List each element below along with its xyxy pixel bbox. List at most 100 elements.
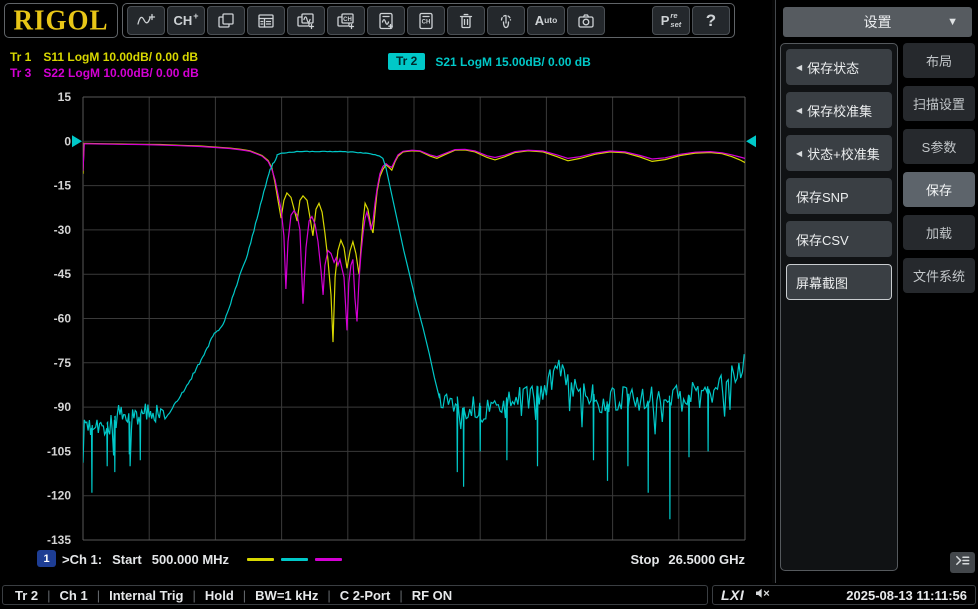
- tab-扫描设置[interactable]: 扫描设置: [903, 86, 975, 121]
- tab-布局[interactable]: 布局: [903, 43, 975, 78]
- channel-window-add-icon: CH: [336, 11, 356, 31]
- channel-add-button[interactable]: CH +: [167, 6, 205, 35]
- tr3-params: S22 LogM 10.00dB/ 0.00 dB: [43, 66, 199, 80]
- stop-label: Stop: [630, 552, 660, 567]
- preset-button[interactable]: Pre set: [652, 6, 690, 35]
- submenu-item[interactable]: ◀ 保存校准集: [786, 92, 892, 128]
- touch-icon: [496, 11, 516, 31]
- lxi-logo: LXI: [721, 587, 745, 603]
- separator: |: [47, 587, 51, 603]
- sweep-start-info: >Ch 1: Start 500.000 MHz: [62, 552, 343, 567]
- tab-label: 布局: [925, 54, 952, 69]
- window-layout-icon: [216, 11, 236, 31]
- tr1-params: S11 LogM 10.00dB/ 0.00 dB: [43, 50, 199, 64]
- help-button[interactable]: ?: [692, 6, 730, 35]
- y-axis-label: -45: [54, 267, 72, 281]
- rigol-logo-text: RIGOL: [13, 4, 109, 36]
- tab-S参数[interactable]: S参数: [903, 129, 975, 164]
- expand-left-icon: ◀: [796, 105, 803, 115]
- tab-文件系统[interactable]: 文件系统: [903, 258, 975, 293]
- tr2-active-badge[interactable]: Tr 2: [388, 53, 426, 70]
- submenu-item-label: 保存校准集: [807, 103, 873, 119]
- submenu-item-label: 屏幕截图: [796, 275, 849, 291]
- window-table-icon: [256, 11, 276, 31]
- collapse-menu-button[interactable]: [950, 552, 975, 573]
- svg-text:CH: CH: [343, 17, 352, 23]
- submenu-item[interactable]: 保存SNP: [786, 178, 892, 214]
- y-axis-label: -75: [54, 356, 72, 370]
- collapse-menu-icon: [953, 552, 972, 574]
- y-axis-label: -120: [47, 489, 71, 503]
- submenu-item-label: 状态+校准集: [807, 146, 880, 162]
- chevron-down-icon: ▼: [947, 16, 958, 28]
- separator: |: [96, 587, 101, 603]
- chart-canvas: 15 0 -15 -30 -45 -60 -75 -90 -105 -120 -135: [47, 90, 756, 547]
- touch-button[interactable]: [487, 6, 525, 35]
- y-axis-label: -15: [54, 179, 72, 193]
- trace-add-button[interactable]: [127, 6, 165, 35]
- channel-1-badge[interactable]: 1: [37, 550, 56, 567]
- separator: |: [192, 587, 196, 603]
- tr2-label[interactable]: Tr 2 S21 LogM 15.00dB/ 0.00 dB: [388, 53, 591, 70]
- window-table-button[interactable]: [247, 6, 285, 35]
- delete-button[interactable]: [447, 6, 485, 35]
- status-field: Hold: [204, 587, 234, 603]
- submenu-item[interactable]: ◀ 保存状态: [786, 49, 892, 85]
- status-field: BW=1 kHz: [255, 587, 319, 603]
- y-axis-label: -90: [54, 400, 72, 414]
- trace-legend-dash: [247, 558, 275, 561]
- tr3-label[interactable]: Tr 3 S22 LogM 10.00dB/ 0.00 dB: [10, 66, 199, 80]
- submenu-item-label: 保存CSV: [796, 232, 849, 248]
- y-axis-label: -60: [54, 312, 72, 326]
- ref-level-marker-right: [746, 135, 756, 148]
- channel-copy-button[interactable]: CH: [407, 6, 445, 35]
- separator: |: [327, 587, 331, 603]
- trace-window-add-icon: [296, 11, 316, 31]
- tab-label: 保存: [925, 183, 952, 198]
- tab-label: 加载: [925, 226, 952, 241]
- separator: |: [399, 587, 403, 603]
- tr3-id[interactable]: Tr 3: [10, 66, 31, 80]
- y-axis-label: -30: [54, 223, 72, 237]
- submenu-item-label: 保存SNP: [796, 189, 849, 205]
- tr1-id[interactable]: Tr 1: [10, 50, 31, 64]
- status-field: Ch 1: [59, 587, 88, 603]
- start-label: Start: [112, 552, 142, 567]
- submenu-item[interactable]: 屏幕截图: [786, 264, 892, 300]
- status-right: LXI 2025-08-13 11:11:56: [712, 585, 976, 605]
- channel-window-add-button[interactable]: CH: [327, 6, 365, 35]
- screenshot-button[interactable]: [567, 6, 605, 35]
- channel-add-label: CH: [173, 13, 193, 28]
- tab-保存[interactable]: 保存: [903, 172, 975, 207]
- save-submenu: ◀ 保存状态 ◀ 保存校准集 ◀ 状态+校准集保存SNP 保存CSV 屏幕截图: [780, 43, 898, 571]
- auto-label: A: [534, 13, 545, 28]
- tab-label: 扫描设置: [912, 97, 965, 112]
- stop-value: 26.5000 GHz: [668, 552, 745, 567]
- rigol-logo: RIGOL: [4, 3, 118, 38]
- datetime: 2025-08-13 11:11:56: [846, 587, 967, 603]
- y-axis-label: -135: [47, 533, 71, 547]
- status-field: Internal Trig: [109, 587, 184, 603]
- tr1-label[interactable]: Tr 1 S11 LogM 10.00dB/ 0.00 dB: [10, 50, 198, 64]
- window-layout-button[interactable]: [207, 6, 245, 35]
- chart-region: 15 0 -15 -30 -45 -60 -75 -90 -105 -120 -135 Tr 1 S…: [0, 42, 772, 583]
- trace-window-add-button[interactable]: [287, 6, 325, 35]
- status-bar: Tr 2 | Ch 1 | Internal Trig | Hold | BW=1 kHz | C …: [0, 583, 978, 609]
- channel-label: >Ch 1:: [62, 552, 103, 567]
- trace-copy-button[interactable]: [367, 6, 405, 35]
- separator: |: [242, 587, 247, 603]
- expand-left-icon: ◀: [796, 148, 803, 158]
- y-axis-label: -105: [47, 444, 71, 458]
- tab-加载[interactable]: 加载: [903, 215, 975, 250]
- auto-button[interactable]: Auto: [527, 6, 565, 35]
- tr2-params: S21 LogM 15.00dB/ 0.00 dB: [435, 54, 591, 69]
- submenu-item[interactable]: 保存CSV: [786, 221, 892, 257]
- trace-copy-icon: [376, 11, 396, 31]
- submenu-item[interactable]: ◀ 状态+校准集: [786, 135, 892, 171]
- vna-app: RIGOL CH + CH CH Auto Pre set? 15 0 -15 -30 -45 -60…: [0, 0, 978, 609]
- trace-legend-dash: [315, 558, 343, 561]
- trace-add-icon: [136, 11, 156, 31]
- tab-label: 文件系统: [912, 269, 965, 284]
- status-field: Tr 2: [15, 587, 39, 603]
- settings-menu-button[interactable]: 设置 ▼: [783, 7, 972, 37]
